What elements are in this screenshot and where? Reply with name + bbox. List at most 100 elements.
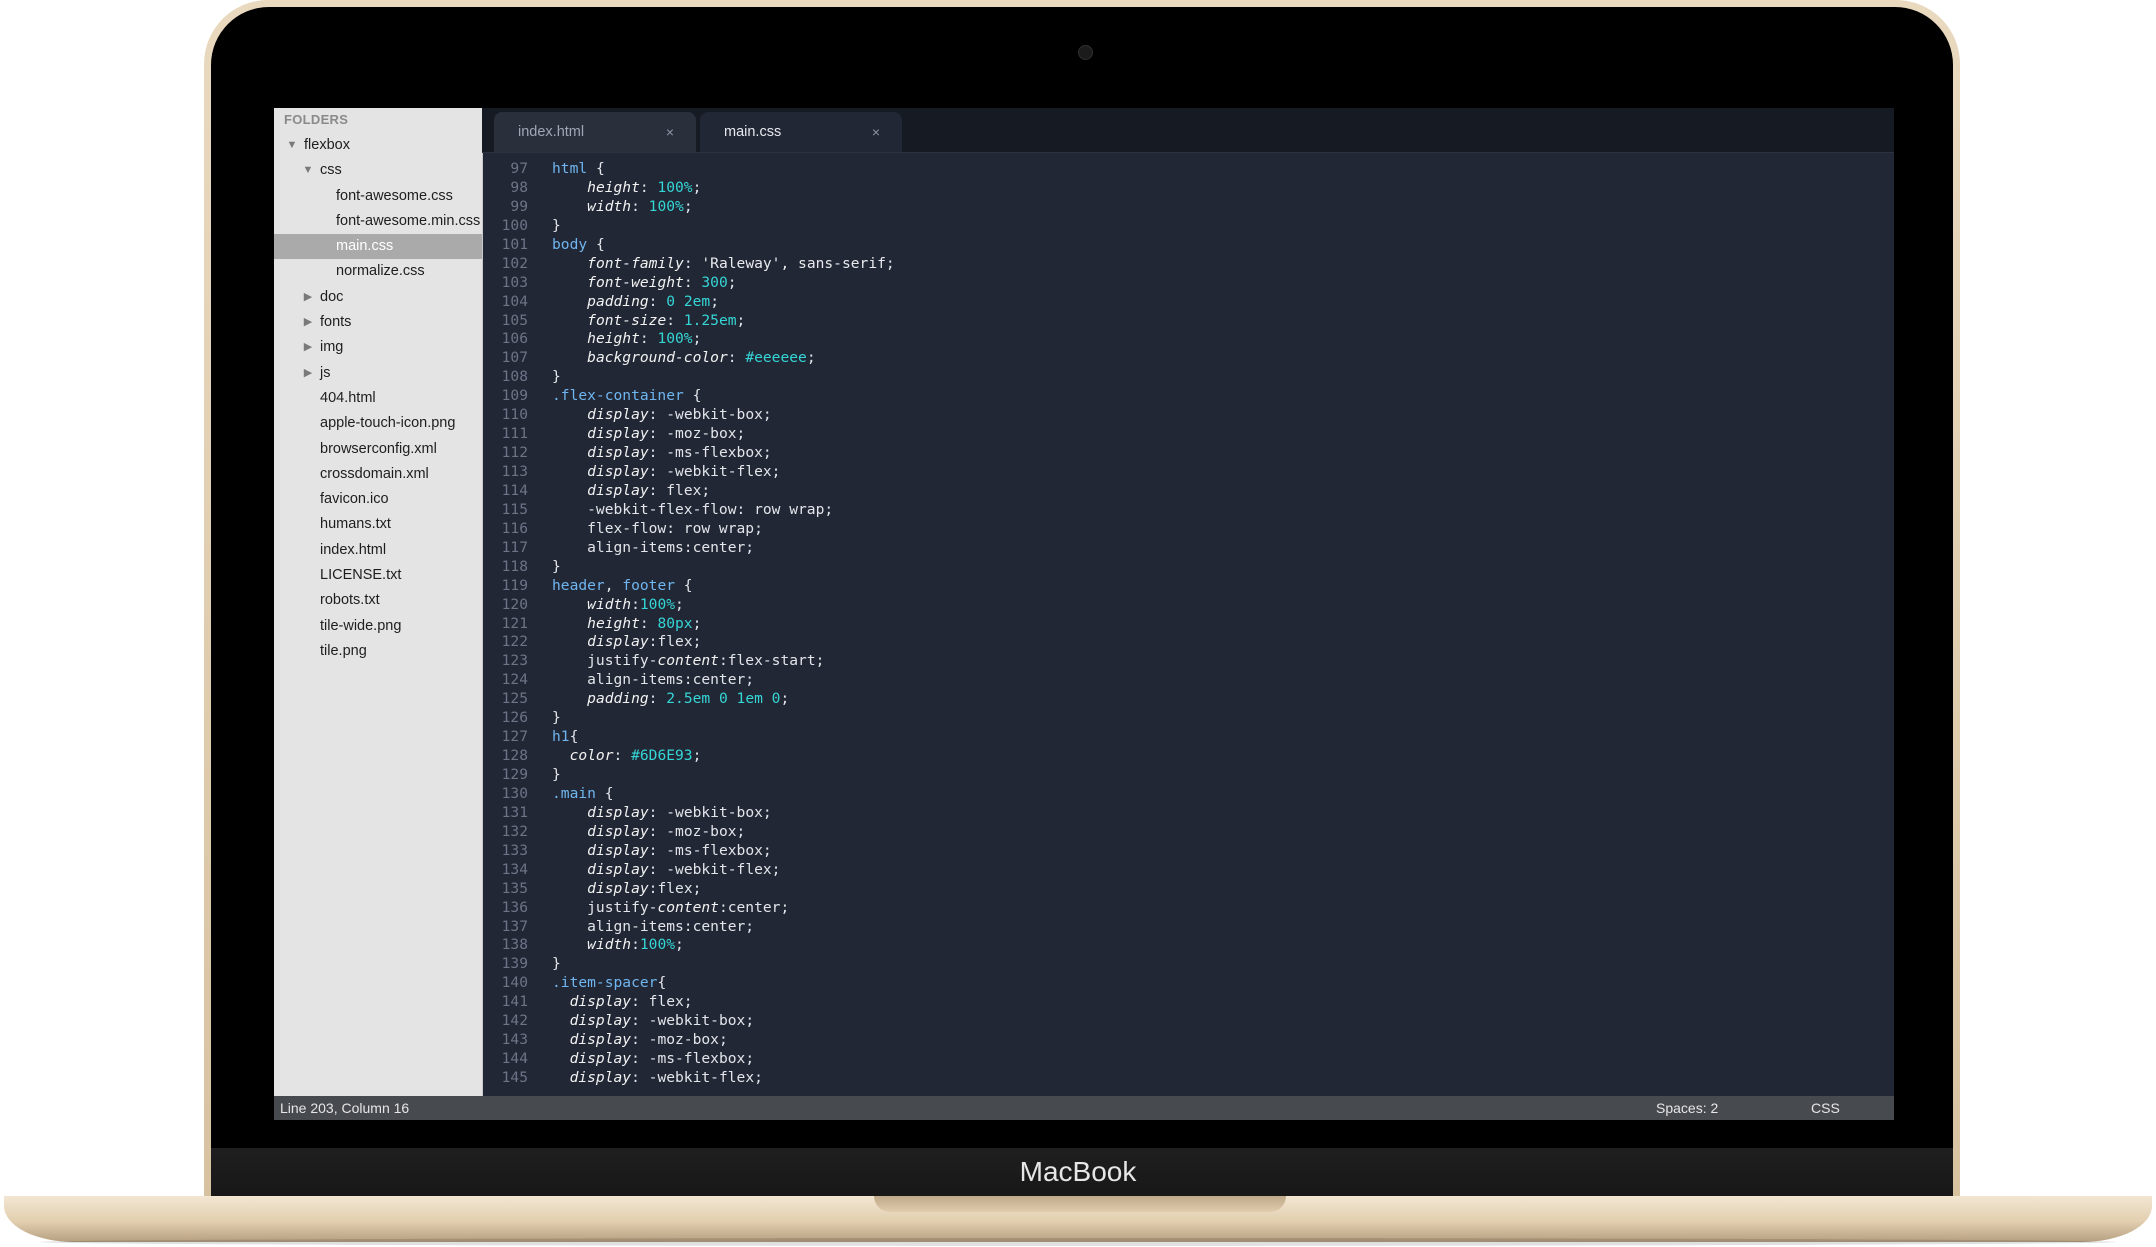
- code-area[interactable]: html { height: 100%; width: 100%;} body {…: [552, 160, 1852, 1088]
- line-number: 145: [501, 1069, 528, 1086]
- line-number: 117: [501, 538, 528, 556]
- code-token: :: [683, 273, 702, 291]
- brand-label: MacBook: [1019, 1156, 1137, 1187]
- code-token: align-items:center;: [552, 538, 755, 556]
- code-token: justify-: [552, 898, 658, 916]
- tree-item-label: font-awesome.css: [336, 187, 453, 204]
- code-line: body {: [552, 236, 1852, 255]
- code-token: : -webkit-box;: [648, 803, 772, 821]
- code-token: footer: [622, 576, 676, 594]
- tab-main-css[interactable]: main.css ×: [700, 112, 902, 152]
- tree-item-label: browserconfig.xml: [320, 440, 437, 457]
- code-token: 100%: [657, 178, 693, 196]
- code-line: display: -webkit-box;: [552, 406, 1852, 425]
- close-icon[interactable]: ×: [666, 112, 674, 152]
- code-token: display: [569, 1012, 632, 1030]
- code-token: .flex-container: [552, 387, 684, 405]
- folder-item[interactable]: ▼ flexbox: [274, 133, 482, 158]
- file-item[interactable]: browserconfig.xml: [274, 437, 482, 462]
- line-number: 102: [501, 254, 528, 272]
- syntax-mode[interactable]: CSS: [1811, 1096, 1840, 1120]
- file-item[interactable]: tile.png: [274, 639, 482, 664]
- code-token: #6D6E93: [631, 747, 693, 765]
- file-item[interactable]: LICENSE.txt: [274, 563, 482, 588]
- code-token: : -ms-flexbox;: [648, 841, 772, 859]
- code-line: width: 100%;: [552, 198, 1852, 217]
- folder-item[interactable]: ▶ js: [274, 361, 482, 386]
- file-item[interactable]: tile-wide.png: [274, 614, 482, 639]
- code-token: : -webkit-flex;: [648, 463, 781, 480]
- tree-item-label: font-awesome.min.css: [336, 212, 481, 229]
- code-token: :: [631, 197, 649, 215]
- code-token: ;: [675, 936, 684, 954]
- code-token: ,: [604, 576, 623, 594]
- code-token: html: [552, 160, 588, 177]
- line-number: 99: [510, 197, 528, 215]
- file-item[interactable]: normalize.css: [274, 259, 482, 284]
- code-token: ;: [692, 330, 702, 348]
- close-icon[interactable]: ×: [872, 112, 880, 152]
- code-token: display: [569, 993, 632, 1011]
- disclosure-closed-icon[interactable]: ▶: [302, 361, 314, 386]
- code-token: h1: [552, 728, 570, 746]
- code-line: display: -webkit-flex;: [552, 463, 1852, 482]
- disclosure-closed-icon[interactable]: ▶: [302, 310, 314, 335]
- code-token: : -moz-box;: [631, 1031, 728, 1049]
- line-number: 133: [501, 841, 528, 859]
- file-item[interactable]: font-awesome.css: [274, 184, 482, 209]
- line-number: 104: [501, 292, 528, 310]
- tree-item-label: doc: [320, 288, 344, 305]
- tab-bar: index.html × main.css ×: [482, 108, 1894, 153]
- line-number: 113: [501, 463, 528, 480]
- file-item[interactable]: favicon.ico: [274, 487, 482, 512]
- folder-item[interactable]: ▶ fonts: [274, 310, 482, 335]
- tree-item-label: favicon.ico: [320, 491, 389, 508]
- disclosure-closed-icon[interactable]: ▶: [302, 285, 314, 310]
- line-number: 124: [501, 671, 528, 689]
- line-number: 125: [501, 690, 528, 708]
- disclosure-open-icon[interactable]: ▼: [286, 133, 298, 158]
- code-token: {: [569, 728, 579, 746]
- tree-item-label: fonts: [320, 314, 352, 331]
- code-token: ;: [806, 349, 816, 367]
- line-number: 106: [501, 330, 528, 348]
- disclosure-closed-icon[interactable]: ▶: [302, 335, 314, 360]
- file-item[interactable]: font-awesome.min.css: [274, 209, 482, 234]
- indentation-setting[interactable]: Spaces: 2: [1656, 1096, 1718, 1120]
- file-item[interactable]: index.html: [274, 538, 482, 563]
- code-token: .main: [552, 784, 596, 802]
- folder-item[interactable]: ▶ doc: [274, 285, 482, 310]
- file-item[interactable]: crossdomain.xml: [274, 462, 482, 487]
- code-token: }: [552, 766, 561, 783]
- disclosure-open-icon[interactable]: ▼: [302, 158, 314, 183]
- file-item[interactable]: humans.txt: [274, 512, 482, 537]
- file-item[interactable]: 404.html: [274, 386, 482, 411]
- code-line: display:flex;: [552, 633, 1852, 652]
- code-line: align-items:center;: [552, 539, 1852, 558]
- folder-item[interactable]: ▶ img: [274, 335, 482, 360]
- code-token: width: [587, 936, 632, 954]
- file-item[interactable]: apple-touch-icon.png: [274, 411, 482, 436]
- tab-index-html[interactable]: index.html ×: [494, 112, 696, 152]
- code-line: .main {: [552, 785, 1852, 804]
- code-token: background-color: [587, 349, 728, 367]
- line-number: 126: [501, 709, 528, 727]
- tree-item-label: robots.txt: [320, 592, 380, 609]
- line-number: 130: [501, 784, 528, 802]
- file-item[interactable]: robots.txt: [274, 588, 482, 613]
- sidebar-header: FOLDERS: [284, 112, 349, 127]
- code-token: :: [666, 311, 684, 329]
- code-token: font-weight: [587, 273, 684, 291]
- file-item[interactable]: main.css: [274, 234, 482, 260]
- laptop-notch: [874, 1196, 1286, 1212]
- status-bar: Line 203, Column 16 Spaces: 2 CSS: [274, 1096, 1894, 1120]
- code-token: 1.25em: [683, 311, 737, 329]
- folder-item[interactable]: ▼ css: [274, 158, 482, 183]
- code-line: html {: [552, 160, 1852, 179]
